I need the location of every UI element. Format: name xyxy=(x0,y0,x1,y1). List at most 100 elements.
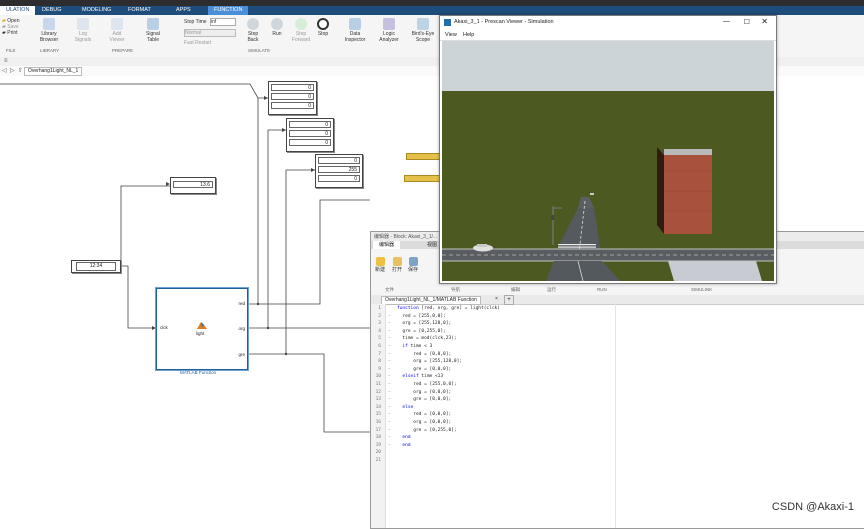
display-cell: 0 xyxy=(271,102,314,109)
close-tab-icon[interactable]: × xyxy=(495,296,498,302)
clock-display-value: 12:34 xyxy=(76,262,116,271)
signal-table-icon xyxy=(147,18,159,30)
maximize-icon[interactable]: ☐ xyxy=(744,18,750,26)
display-cell: 0 xyxy=(289,130,331,137)
breakpoint-marker[interactable]: – xyxy=(388,412,391,417)
data-inspector-icon xyxy=(349,18,361,30)
code-line: gre = [0,255,0]; xyxy=(397,328,446,334)
forward-icon[interactable]: ▷ xyxy=(10,67,15,74)
up-icon[interactable]: ⇧ xyxy=(18,67,23,74)
code-line: red = [0,0,0]; xyxy=(397,351,452,357)
line-number: 4 xyxy=(378,328,381,334)
breakpoint-marker[interactable]: – xyxy=(388,359,391,364)
signal-table-button[interactable]: Signal Table xyxy=(140,18,166,43)
tab-modeling[interactable]: MODELING xyxy=(82,7,111,13)
matlab-function-block[interactable]: clck red org gre light xyxy=(156,288,248,370)
step-forward-button[interactable]: Step Forward xyxy=(291,18,311,43)
breakpoint-marker[interactable]: – xyxy=(388,321,391,326)
breakpoint-marker[interactable]: – xyxy=(388,374,391,379)
editor-split-divider xyxy=(615,304,616,528)
step-back-icon xyxy=(247,18,259,30)
time-display-value: 13.6 xyxy=(173,181,213,188)
menu-help[interactable]: Help xyxy=(463,32,474,38)
simulation-mode-select[interactable]: Normal xyxy=(184,29,236,37)
line-number: 15 xyxy=(375,412,381,418)
tab-format[interactable]: FORMAT xyxy=(128,7,151,13)
line-number: 19 xyxy=(375,442,381,448)
run-button[interactable]: Run xyxy=(268,18,286,37)
time-display-block[interactable]: 13.6 xyxy=(170,177,216,194)
display-cell: 0 xyxy=(271,93,314,100)
birds-eye-scope-button[interactable]: Bird's-Eye Scope xyxy=(410,18,436,43)
tab-function[interactable]: FUNCTION xyxy=(208,6,249,15)
building xyxy=(664,155,712,234)
add-viewer-button[interactable]: Add Viewer xyxy=(104,18,130,43)
line-number: 17 xyxy=(375,427,381,433)
input-port-label: clck xyxy=(160,325,168,330)
org-display-block[interactable]: 0 0 0 xyxy=(286,118,334,152)
menu-view[interactable]: View xyxy=(445,32,457,38)
ground-slab xyxy=(668,261,762,281)
back-icon[interactable]: ◁ xyxy=(2,67,7,74)
code-line: function [red, org, gre] = light(clck) xyxy=(397,306,500,311)
breakpoint-marker[interactable]: – xyxy=(388,367,391,372)
line-number: 2 xyxy=(378,313,381,319)
breakpoint-marker[interactable]: – xyxy=(388,344,391,349)
output-port-label: org xyxy=(238,326,245,331)
code-line: org = [0,0,0]; xyxy=(397,420,452,425)
tab-simulation[interactable]: ULATION xyxy=(0,6,36,15)
log-signals-button[interactable]: Log Signals xyxy=(70,18,96,43)
logic-analyzer-button[interactable]: Logic Analyzer xyxy=(378,18,400,43)
red-display-block[interactable]: 0 0 0 xyxy=(268,81,317,115)
line-number: 14 xyxy=(375,404,381,410)
tab-debug[interactable]: DEBUG xyxy=(42,7,62,13)
code-line: red = [255,0,0]; xyxy=(397,382,457,387)
gre-display-block[interactable]: 0 255 0 xyxy=(315,154,363,188)
code-line: red = [255,0,0]; xyxy=(397,313,446,319)
save-file-button[interactable]: 保存 xyxy=(406,257,420,273)
editor-title: 编辑器 - Block: Akaxi_3_1/... xyxy=(374,234,438,240)
breakpoint-marker[interactable]: – xyxy=(388,405,391,410)
function-block-caption: MATLAB Function xyxy=(180,370,217,375)
stop-time-input[interactable]: inf xyxy=(209,18,236,26)
line-number: 20 xyxy=(375,450,381,456)
tab-editor[interactable]: 编辑器 xyxy=(373,241,401,249)
display-cell: 0 xyxy=(271,84,314,91)
print-button[interactable]: ▰ Print xyxy=(2,30,19,36)
breakpoint-marker[interactable]: – xyxy=(388,435,391,440)
display-cell: 255 xyxy=(318,166,360,173)
breakpoint-marker[interactable]: – xyxy=(388,420,391,425)
group-label-file: 文件 xyxy=(385,287,394,292)
stop-icon xyxy=(317,18,329,30)
new-button[interactable]: 新建 xyxy=(373,257,387,273)
close-icon[interactable]: ✕ xyxy=(761,17,768,26)
clock-display-block[interactable]: 12:34 xyxy=(71,260,121,273)
group-label-prepare: PREPARE xyxy=(112,48,134,53)
simulation-3d-view[interactable] xyxy=(442,41,774,281)
breakpoint-marker[interactable]: – xyxy=(388,443,391,448)
breakpoint-marker[interactable]: – xyxy=(388,352,391,357)
breakpoint-marker[interactable]: – xyxy=(388,428,391,433)
tab-apps[interactable]: APPS xyxy=(176,7,191,13)
fast-restart-button[interactable]: Fast Restart xyxy=(184,40,236,46)
breakpoint-marker[interactable]: – xyxy=(388,336,391,341)
model-tab[interactable]: Overhang1Light_NL_1 xyxy=(24,67,83,76)
breakpoint-marker[interactable]: – xyxy=(388,329,391,334)
step-back-button[interactable]: Step Back xyxy=(244,18,262,43)
breakpoint-marker[interactable]: – xyxy=(388,390,391,395)
prescan-block[interactable] xyxy=(404,175,444,182)
breakpoint-marker[interactable]: – xyxy=(388,314,391,319)
pause-icon xyxy=(271,18,283,30)
stop-button[interactable]: Stop xyxy=(316,18,330,37)
line-number: 12 xyxy=(375,389,381,395)
data-inspector-button[interactable]: Data Inspector xyxy=(344,18,366,43)
minimize-icon[interactable]: — xyxy=(723,18,730,25)
library-browser-button[interactable]: Library Browser xyxy=(38,18,60,43)
breakpoint-marker[interactable]: – xyxy=(388,397,391,402)
open-file-button[interactable]: 打开 xyxy=(390,257,404,273)
breakpoint-marker[interactable]: – xyxy=(388,382,391,387)
log-signals-icon xyxy=(77,18,89,30)
code-area[interactable]: 1 function [red, org, gre] = light(clck) 2… xyxy=(371,304,864,528)
group-label-simulate: SIMULATE xyxy=(248,48,271,53)
code-line: gre = [0,0,0]; xyxy=(397,366,452,372)
